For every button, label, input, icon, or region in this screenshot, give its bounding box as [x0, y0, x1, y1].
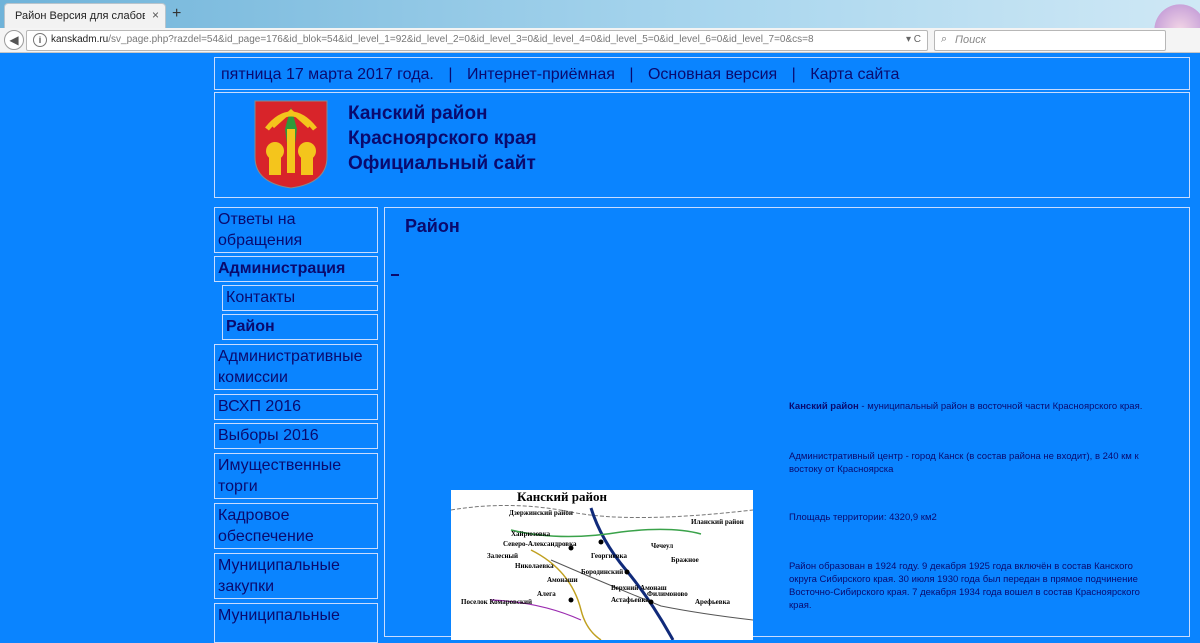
search-input[interactable]: ⌕ Поиск	[934, 30, 1166, 51]
site-title-line3: Официальный сайт	[348, 153, 536, 174]
map-label: Северо-Александровка	[503, 540, 577, 548]
map-label: Иланский район	[691, 518, 744, 526]
site-title-line2: Красноярского края	[348, 128, 537, 149]
sitemap-link[interactable]: Карта сайта	[810, 66, 899, 83]
reception-link[interactable]: Интернет-приёмная	[467, 66, 615, 83]
main-version-link[interactable]: Основная версия	[648, 66, 777, 83]
map-label: Астафьевка	[611, 596, 649, 604]
separator: |	[448, 66, 453, 83]
site-title-line1: Канский район	[348, 103, 488, 124]
map-label: Николаевка	[515, 562, 554, 570]
browser-tab[interactable]: Район Версия для слабовидя... ×	[4, 3, 166, 29]
back-arrow-icon[interactable]: ◀	[4, 30, 24, 50]
url-domain: kanskadm.ru	[51, 34, 109, 45]
map-label: Филимоново	[647, 590, 688, 598]
search-placeholder: Поиск	[955, 34, 986, 46]
menu-item-procurement[interactable]: Муниципальные закупки	[214, 553, 378, 599]
map-label: Дзержинский район	[509, 509, 573, 517]
map-label: Бородинский	[581, 568, 624, 576]
menu-item-vshp[interactable]: ВСХП 2016	[214, 394, 378, 420]
map-label: Хайрюзовка	[511, 530, 551, 538]
separator: |	[629, 66, 634, 83]
intro-text: - муниципальный район в восточной части …	[858, 401, 1143, 412]
map-label: Чечеул	[651, 542, 674, 550]
browser-tab-bar: Район Версия для слабовидя... × +	[0, 0, 1200, 52]
map-label: Арефьевка	[695, 598, 730, 606]
menu-item-contacts[interactable]: Контакты	[222, 285, 378, 311]
map-lines	[451, 504, 753, 640]
district-map-image: Канский район Дзержинский район Иланский…	[451, 490, 753, 640]
paragraph-area: Площадь территории: 4320,9 км2	[789, 512, 937, 523]
menu-item-municipal[interactable]: Муниципальные	[214, 603, 378, 643]
close-tab-icon[interactable]: ×	[152, 8, 159, 22]
top-links-bar: пятница 17 марта 2017 года. | Интернет-п…	[214, 57, 1190, 90]
site-title: Канский район Красноярского края Официал…	[348, 101, 537, 176]
tab-title: Район Версия для слабовидя...	[15, 10, 145, 22]
page-title: Район	[405, 216, 460, 236]
site-container: пятница 17 марта 2017 года. | Интернет-п…	[214, 57, 1190, 643]
separator: |	[791, 66, 796, 83]
map-label: Бражное	[671, 556, 699, 564]
current-date: пятница 17 марта 2017 года.	[221, 66, 434, 83]
menu-item-district[interactable]: Район	[222, 314, 378, 340]
dash-divider	[391, 274, 399, 276]
map-label: Амонаши	[547, 576, 578, 584]
district-name-bold: Канский район	[789, 401, 859, 412]
map-label: Георгиевка	[591, 552, 627, 560]
paragraph-history: Район образован в 1924 году. 9 декабря 1…	[789, 561, 1140, 611]
menu-item-commissions[interactable]: Административные комиссии	[214, 344, 378, 390]
menu-item-property-auctions[interactable]: Имущественные торги	[214, 453, 378, 499]
url-path: /sv_page.php?razdel=54&id_page=176&id_bl…	[108, 34, 814, 45]
paragraph-intro: Канский район - муниципальный район в во…	[789, 400, 1159, 413]
search-icon: ⌕	[941, 33, 948, 45]
site-info-icon[interactable]: i	[33, 33, 47, 47]
paragraph-center: Административный центр - город Канск (в …	[789, 451, 1139, 475]
coat-of-arms-icon[interactable]	[253, 99, 329, 189]
menu-item-elections[interactable]: Выборы 2016	[214, 423, 378, 449]
navigation-bar: ◀ i kanskadm.ru/sv_page.php?razdel=54&id…	[0, 28, 1200, 53]
menu-item-answers[interactable]: Ответы на обращения	[214, 207, 378, 253]
site-header: Канский район Красноярского края Официал…	[214, 92, 1190, 198]
menu-item-staffing[interactable]: Кадровое обеспечение	[214, 503, 378, 549]
url-text: kanskadm.ru/sv_page.php?razdel=54&id_pag…	[51, 34, 814, 45]
main-content: Район Канский район - муниципальный райо…	[384, 207, 1190, 640]
new-tab-icon[interactable]: +	[172, 5, 181, 23]
address-bar[interactable]: i kanskadm.ru/sv_page.php?razdel=54&id_p…	[26, 30, 928, 51]
map-label: Алега	[537, 590, 556, 598]
menu-item-administration[interactable]: Администрация	[214, 256, 378, 282]
map-label: Поселок Комаровский	[461, 598, 533, 606]
map-label: Залесный	[487, 552, 519, 560]
reload-icon[interactable]: ▾ C	[906, 34, 921, 45]
